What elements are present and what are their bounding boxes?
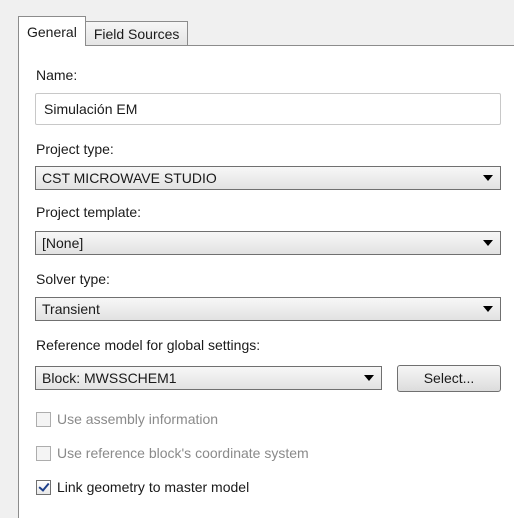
use-assembly-info-label: Use assembly information xyxy=(57,411,219,427)
project-properties-dialog: General Field Sources Name: Simulación E… xyxy=(0,0,514,518)
tab-general[interactable]: General xyxy=(18,16,86,46)
chevron-down-icon[interactable] xyxy=(483,306,493,312)
solver-type-value: Transient xyxy=(42,301,100,317)
use-reference-coords-row: Use reference block's coordinate system xyxy=(36,443,309,463)
link-geometry-row: Link geometry to master model xyxy=(36,477,249,497)
name-field[interactable]: Simulación EM xyxy=(35,93,501,125)
use-assembly-info-row: Use assembly information xyxy=(36,409,218,429)
chevron-down-icon[interactable] xyxy=(483,240,493,246)
use-assembly-info-checkbox[interactable] xyxy=(36,411,51,427)
project-type-value: CST MICROWAVE STUDIO xyxy=(42,170,217,186)
chevron-down-icon[interactable] xyxy=(483,175,493,181)
project-template-select[interactable]: [None] xyxy=(35,231,501,255)
tab-strip: General Field Sources xyxy=(18,16,189,46)
project-template-value: [None] xyxy=(42,235,84,251)
chevron-down-icon[interactable] xyxy=(364,375,374,381)
link-geometry-label: Link geometry to master model xyxy=(57,479,250,495)
name-label: Name: xyxy=(36,67,78,83)
project-type-select[interactable]: CST MICROWAVE STUDIO xyxy=(35,166,501,190)
select-button[interactable]: Select... xyxy=(397,365,501,392)
use-reference-coords-label: Use reference block's coordinate system xyxy=(57,445,309,461)
tab-field-sources[interactable]: Field Sources xyxy=(84,21,189,46)
solver-type-select[interactable]: Transient xyxy=(35,297,501,321)
link-geometry-checkbox[interactable] xyxy=(36,479,51,495)
project-type-label: Project type: xyxy=(36,141,114,157)
reference-model-select[interactable]: Block: MWSSCHEM1 xyxy=(35,366,382,390)
project-template-label: Project template: xyxy=(36,204,142,220)
use-reference-coords-checkbox[interactable] xyxy=(36,445,51,461)
reference-model-label: Reference model for global settings: xyxy=(36,337,261,353)
solver-type-label: Solver type: xyxy=(36,271,110,287)
reference-model-value: Block: MWSSCHEM1 xyxy=(42,370,177,386)
